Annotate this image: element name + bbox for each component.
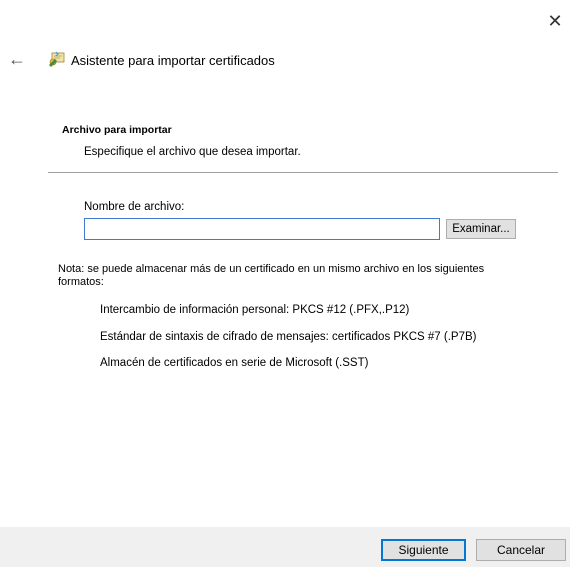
file-name-label: Nombre de archivo: [84,201,185,213]
section-description: Especifique el archivo que desea importa… [84,146,301,158]
browse-button[interactable]: Examinar... [446,219,516,239]
certificate-import-dialog: ✕ ← Asistente para importar certificados… [0,0,570,567]
cancel-button[interactable]: Cancelar [476,539,566,561]
next-button[interactable]: Siguiente [381,539,466,561]
section-title: Archivo para importar [62,124,172,136]
format-item-p7b: Estándar de sintaxis de cifrado de mensa… [100,331,477,343]
certificate-wizard-icon [49,51,65,67]
header-divider [48,172,558,173]
format-item-pfx: Intercambio de información personal: PKC… [100,304,410,316]
file-name-input[interactable] [84,218,440,240]
note-text: Nota: se puede almacenar más de un certi… [58,263,485,288]
close-icon[interactable]: ✕ [544,10,566,32]
arrow-left-icon[interactable]: ← [8,50,26,68]
dialog-title: Asistente para importar certificados [71,53,275,68]
format-item-sst: Almacén de certificados en serie de Micr… [100,357,369,369]
